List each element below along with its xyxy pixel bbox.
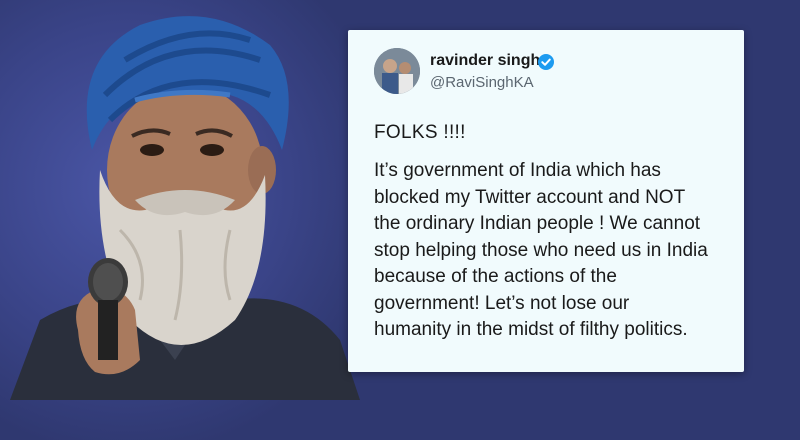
tweet-line: because of the actions of the — [374, 266, 617, 287]
tweet-line: humanity in the midst of filthy politics… — [374, 319, 688, 340]
microphone-handle — [98, 300, 118, 360]
tweet-body: It’s government of India which has block… — [374, 158, 734, 344]
tweet-card: ravinder singh @RaviSinghKA FOLKS !!!! I… — [348, 30, 744, 372]
tweet-heading: FOLKS !!!! — [374, 122, 466, 143]
tweet-line: It’s government of India which has — [374, 160, 661, 181]
user-display-name[interactable]: ravinder singh — [430, 52, 540, 70]
tweet-line: stop helping those who need us in India — [374, 239, 708, 261]
speaker-portrait — [10, 16, 360, 400]
user-handle[interactable]: @RaviSinghKA — [430, 74, 534, 91]
tweet-line: government! Let’s not lose our — [374, 292, 630, 314]
verified-badge-icon — [538, 54, 554, 70]
tweet-line: blocked my Twitter account and NOT — [374, 186, 686, 208]
right-eye — [200, 144, 224, 156]
tweet-line: the ordinary Indian people ! We cannot — [374, 213, 701, 234]
left-eye — [140, 144, 164, 156]
user-avatar[interactable] — [374, 48, 420, 94]
